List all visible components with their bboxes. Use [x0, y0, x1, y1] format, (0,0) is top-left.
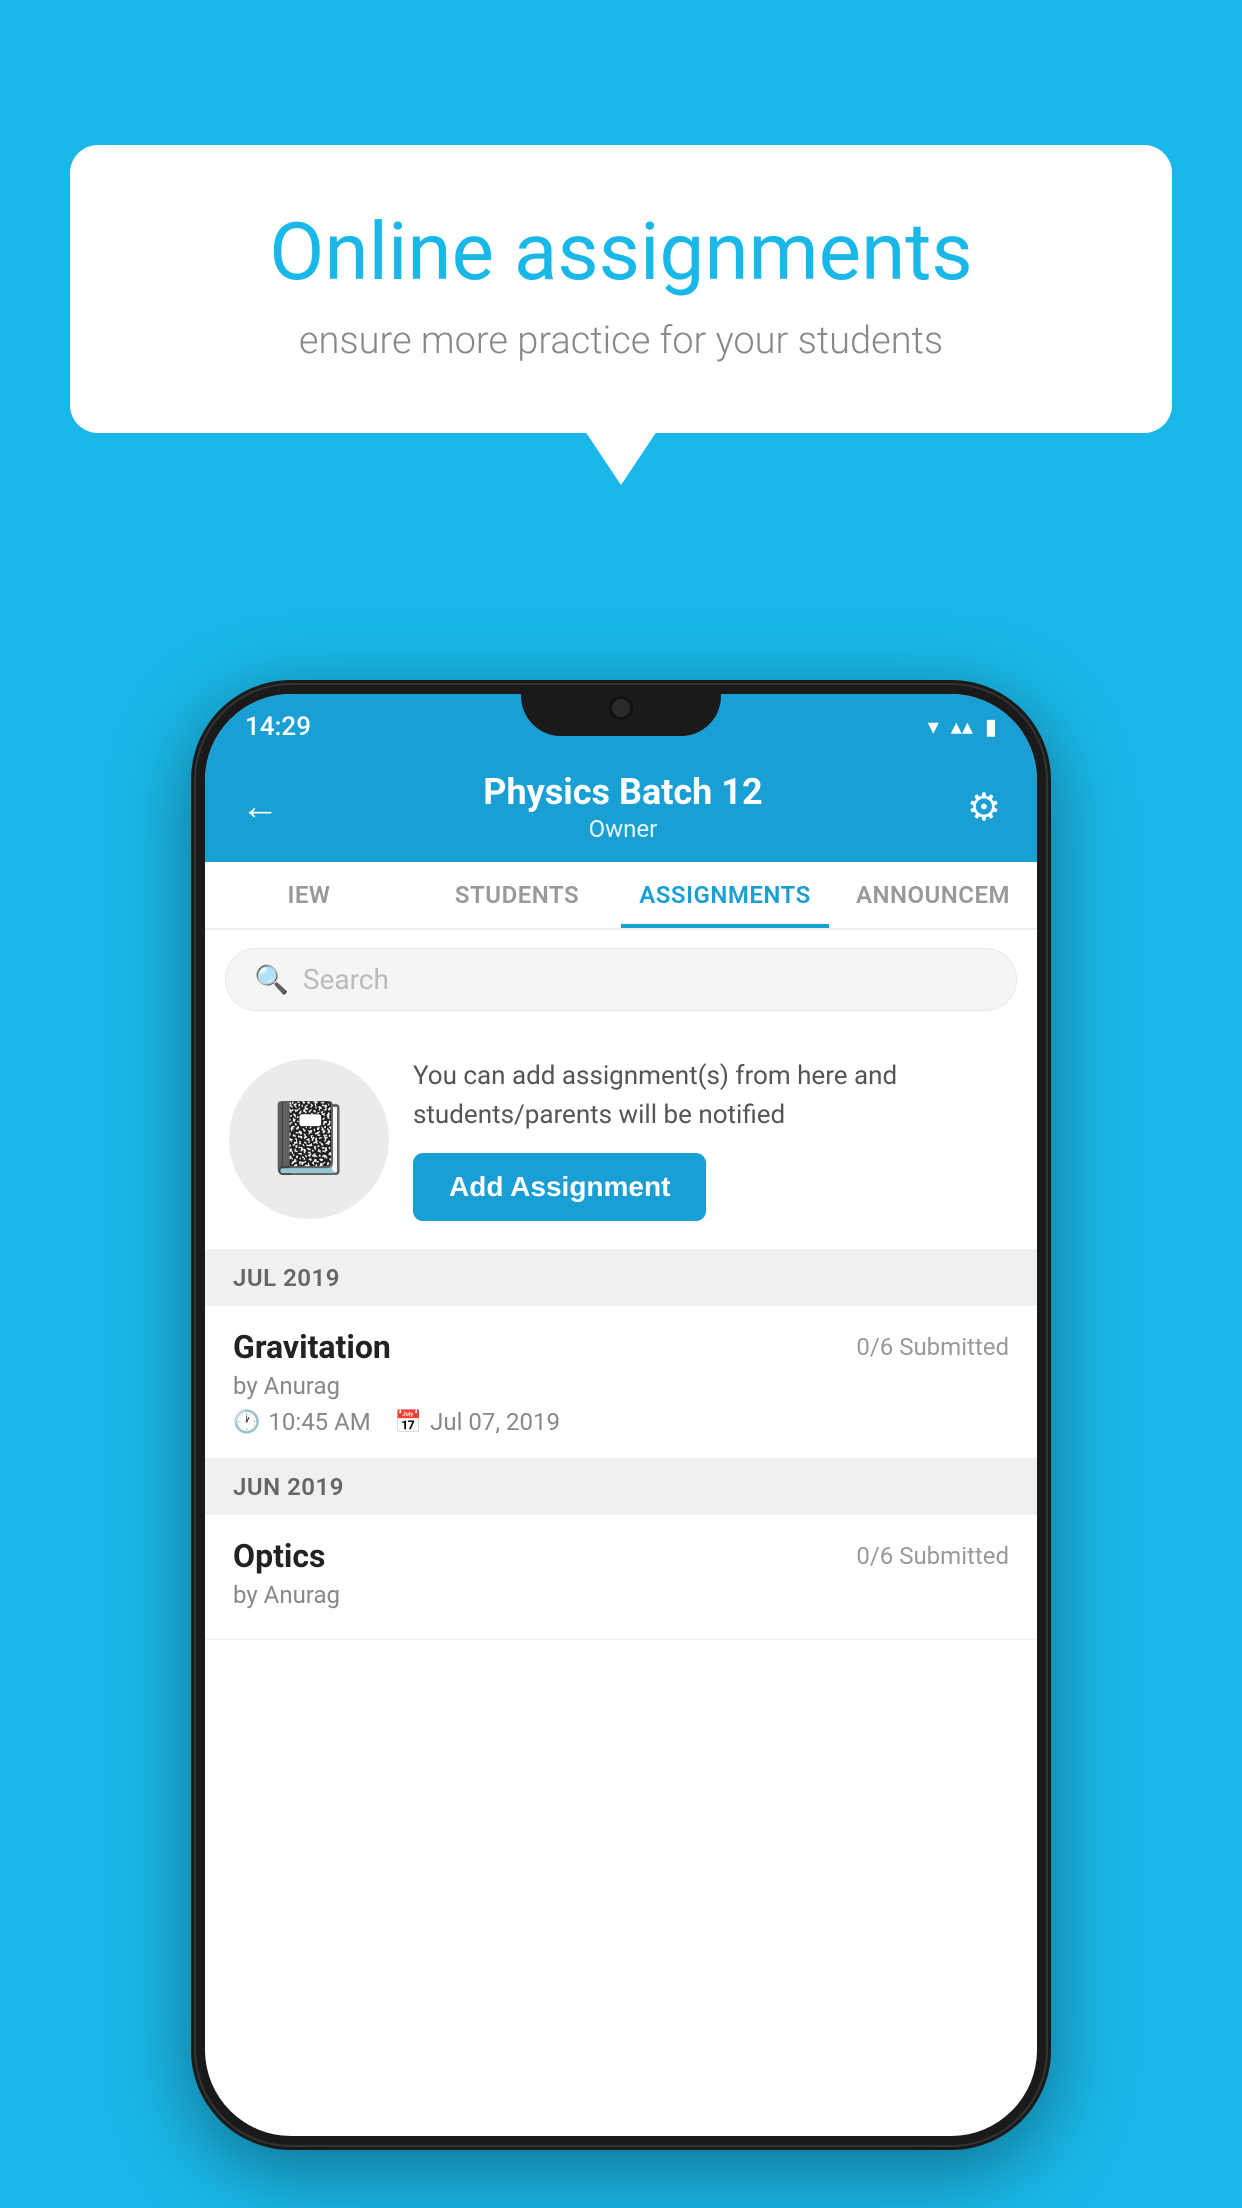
submitted-badge-optics: 0/6 Submitted: [856, 1542, 1009, 1570]
search-icon: 🔍: [254, 963, 289, 996]
assignment-name: Gravitation: [233, 1328, 391, 1366]
tab-announcements[interactable]: ANNOUNCEM: [829, 862, 1037, 928]
assignment-item-optics[interactable]: Optics 0/6 Submitted by Anurag: [205, 1515, 1037, 1640]
back-button[interactable]: ←: [241, 785, 279, 829]
assignment-top: Gravitation 0/6 Submitted: [233, 1328, 1009, 1366]
tab-assignments[interactable]: ASSIGNMENTS: [621, 862, 829, 928]
tab-students[interactable]: STUDENTS: [413, 862, 621, 928]
assignment-top-optics: Optics 0/6 Submitted: [233, 1537, 1009, 1575]
promo-section: 📓 You can add assignment(s) from here an…: [205, 1029, 1037, 1250]
notebook-icon: 📓: [265, 1098, 352, 1180]
promo-text: You can add assignment(s) from here and …: [413, 1057, 1013, 1135]
phone-mockup: 14:29 ▾ ▴▴ ▮ ← Physics Batch 12 Owner ⚙: [191, 680, 1051, 2150]
assignment-name-optics: Optics: [233, 1537, 325, 1575]
status-time: 14:29: [245, 712, 311, 742]
assignment-item-gravitation[interactable]: Gravitation 0/6 Submitted by Anurag 🕐 10…: [205, 1306, 1037, 1459]
time-meta: 🕐 10:45 AM: [233, 1408, 371, 1436]
speech-bubble: Online assignments ensure more practice …: [70, 145, 1172, 433]
promo-icon-circle: 📓: [229, 1059, 389, 1219]
battery-icon: ▮: [985, 715, 997, 740]
month-header-jul: JUL 2019: [205, 1250, 1037, 1306]
search-container: 🔍 Search: [205, 930, 1037, 1029]
header-center: Physics Batch 12 Owner: [483, 771, 762, 843]
assignment-by-optics: by Anurag: [233, 1581, 1009, 1609]
status-icons: ▾ ▴▴ ▮: [928, 715, 997, 740]
tab-iew[interactable]: IEW: [205, 862, 413, 928]
search-placeholder: Search: [303, 963, 389, 996]
assignment-date: Jul 07, 2019: [430, 1408, 560, 1436]
phone-body: 14:29 ▾ ▴▴ ▮ ← Physics Batch 12 Owner ⚙: [191, 680, 1051, 2150]
bubble-subtitle: ensure more practice for your students: [150, 319, 1092, 363]
signal-icon: ▴▴: [951, 715, 973, 740]
owner-label: Owner: [483, 815, 762, 843]
app-header: ← Physics Batch 12 Owner ⚙: [205, 752, 1037, 862]
calendar-icon: 📅: [395, 1410, 422, 1435]
batch-title: Physics Batch 12: [483, 771, 762, 813]
search-bar[interactable]: 🔍 Search: [225, 948, 1017, 1011]
clock-icon: 🕐: [233, 1410, 260, 1435]
assignment-meta: 🕐 10:45 AM 📅 Jul 07, 2019: [233, 1408, 1009, 1436]
month-header-jun: JUN 2019: [205, 1459, 1037, 1515]
add-assignment-button[interactable]: Add Assignment: [413, 1153, 706, 1221]
screen: 14:29 ▾ ▴▴ ▮ ← Physics Batch 12 Owner ⚙: [205, 694, 1037, 2136]
promo-content: You can add assignment(s) from here and …: [413, 1057, 1013, 1221]
submitted-badge: 0/6 Submitted: [856, 1333, 1009, 1361]
notch: [521, 680, 721, 736]
camera: [609, 696, 633, 720]
settings-button[interactable]: ⚙: [967, 785, 1001, 830]
assignment-by: by Anurag: [233, 1372, 1009, 1400]
bubble-title: Online assignments: [150, 205, 1092, 299]
wifi-icon: ▾: [928, 715, 939, 740]
assignment-time: 10:45 AM: [268, 1408, 370, 1436]
date-meta: 📅 Jul 07, 2019: [395, 1408, 560, 1436]
tab-bar: IEW STUDENTS ASSIGNMENTS ANNOUNCEM: [205, 862, 1037, 930]
